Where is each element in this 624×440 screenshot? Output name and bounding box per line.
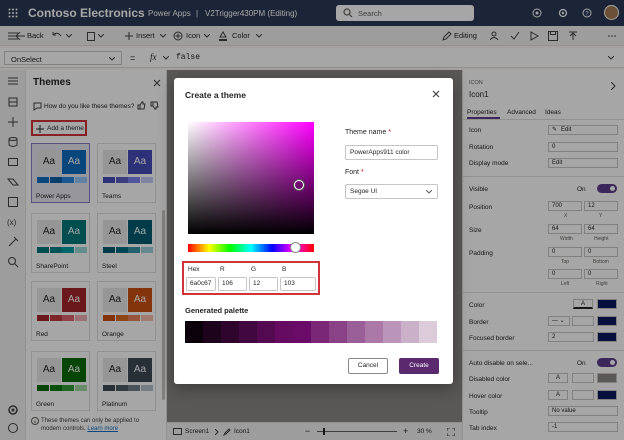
required-mark: *	[388, 129, 391, 136]
palette-label: Generated palette	[185, 306, 249, 315]
close-icon[interactable]	[432, 90, 440, 98]
color-spectrum[interactable]	[188, 122, 314, 234]
palette-swatch	[347, 321, 365, 343]
spectrum-thumb[interactable]	[294, 180, 304, 190]
palette-swatch	[257, 321, 275, 343]
hex-label: Hex	[188, 266, 200, 273]
font-dropdown[interactable]: Segoe UI	[345, 184, 438, 199]
cancel-button[interactable]: Cancel	[348, 358, 388, 374]
palette-swatch	[275, 321, 293, 343]
r-input[interactable]: 106	[218, 277, 247, 291]
g-label: G	[251, 266, 257, 273]
dialog-title: Create a theme	[185, 90, 246, 100]
palette-swatch	[383, 321, 401, 343]
b-input[interactable]: 103	[280, 277, 316, 291]
palette-swatch	[293, 321, 311, 343]
hex-input[interactable]: 6a0c67	[186, 277, 216, 291]
palette-swatch	[203, 321, 221, 343]
b-label: B	[282, 266, 287, 273]
g-input[interactable]: 12	[249, 277, 278, 291]
theme-name-label-text: Theme name	[345, 129, 387, 136]
palette-swatch	[401, 321, 419, 343]
required-mark: *	[360, 169, 364, 176]
hue-slider[interactable]	[188, 242, 314, 253]
palette-swatch	[311, 321, 329, 343]
font-label: Font *	[345, 169, 364, 176]
create-theme-dialog: Create a theme Hex R G B 6a0c67 106 12 1…	[174, 78, 453, 384]
palette-swatch	[239, 321, 257, 343]
generated-palette	[185, 321, 437, 343]
palette-swatch	[329, 321, 347, 343]
theme-name-label: Theme name *	[345, 129, 391, 136]
palette-swatch	[419, 321, 437, 343]
spectrum-hue-layer	[188, 122, 314, 234]
hue-slider-thumb[interactable]	[290, 242, 301, 253]
palette-swatch	[365, 321, 383, 343]
create-button[interactable]: Create	[399, 358, 439, 374]
palette-swatch	[185, 321, 203, 343]
r-label: R	[220, 266, 225, 273]
color-values-group: Hex R G B 6a0c67 106 12 103	[182, 261, 320, 295]
font-value: Segoe UI	[350, 188, 378, 195]
theme-name-input[interactable]: PowerApps911 color	[345, 145, 438, 160]
palette-swatch	[221, 321, 239, 343]
font-label-text: Font	[345, 169, 360, 176]
chevron-down-icon	[426, 190, 432, 194]
